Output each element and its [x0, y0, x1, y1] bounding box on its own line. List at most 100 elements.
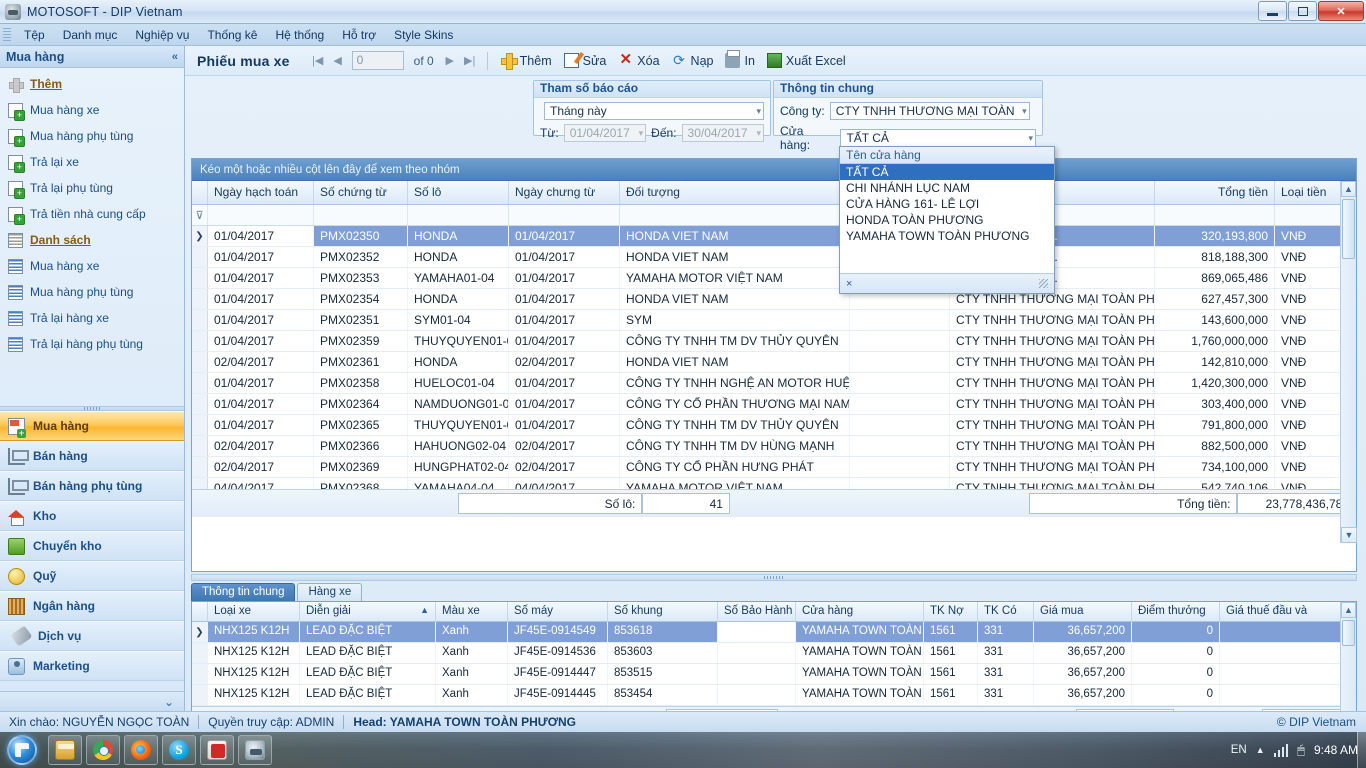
next-record-button[interactable]: ▶ [440, 51, 460, 71]
scrollbar-thumb[interactable] [1342, 620, 1355, 646]
column-header-so-may[interactable]: Số máy [508, 602, 608, 621]
tab-thong-tin-chung[interactable]: Thông tin chung [191, 583, 295, 601]
menu-item-thong-ke[interactable]: Thống kê [198, 26, 266, 44]
filter-cell[interactable] [408, 205, 509, 225]
to-date-input[interactable]: 30/04/2017 ▾ [682, 124, 764, 142]
add-button[interactable]: Thêm [495, 51, 558, 70]
column-header-so-chung-tu[interactable]: Số chứng từ [314, 181, 408, 204]
menu-item-tep[interactable]: Tệp [15, 26, 54, 44]
column-header-gia-thue-dau-vao[interactable]: Giá thuế đầu và [1220, 602, 1356, 621]
sidebar-group-mua-hang[interactable]: Mua hàng [0, 411, 184, 441]
taskbar-item-chrome[interactable] [86, 735, 120, 765]
column-header-so-khung[interactable]: Số khung [608, 602, 718, 621]
menu-item-he-thong[interactable]: Hệ thống [266, 26, 333, 44]
taskbar-item-firefox[interactable] [124, 735, 158, 765]
menu-item-nghiep-vu[interactable]: Nghiệp vụ [126, 26, 198, 44]
table-row[interactable]: ❯01/04/2017PMX02350HONDA01/04/2017HONDA … [192, 226, 1356, 247]
column-header-tong-tien[interactable]: Tổng tiền [1155, 181, 1275, 204]
last-record-button[interactable]: ▶| [460, 51, 480, 71]
sidebar-item-list-tra-lai-hang-phu-tung[interactable]: Trả lại hàng phụ tùng [0, 331, 184, 357]
action-center-icon[interactable]: 🖱 [1297, 742, 1305, 758]
table-row[interactable]: NHX125 K12HLEAD ĐẶC BIỆTXanhJF45E-091453… [192, 643, 1356, 664]
table-row[interactable]: 02/04/2017PMX02361HONDA02/04/2017HONDA V… [192, 352, 1356, 373]
table-row[interactable]: NHX125 K12HLEAD ĐẶC BIỆTXanhJF45E-091444… [192, 685, 1356, 706]
minimize-button[interactable] [1258, 1, 1287, 21]
filter-icon[interactable]: ⊽ [192, 205, 208, 225]
network-signal-icon[interactable] [1274, 744, 1289, 757]
sidebar-group-quy[interactable]: Quỹ [0, 561, 184, 591]
sidebar-group-ban-hang-phu-tung[interactable]: Bán hàng phụ tùng [0, 471, 184, 501]
sidebar-item-list-mua-hang-xe[interactable]: Mua hàng xe [0, 253, 184, 279]
scroll-up-icon[interactable]: ▲ [1341, 181, 1356, 197]
taskbar-item-skype[interactable]: S [162, 735, 196, 765]
master-grid-vertical-scrollbar[interactable]: ▲ ▼ [1340, 181, 1356, 543]
table-row[interactable]: 01/04/2017PMX02359THUYQUYEN01-0401/04/20… [192, 331, 1356, 352]
export-excel-button[interactable]: Xuất Excel [761, 51, 852, 70]
sidebar-group-ban-hang[interactable]: Bán hàng [0, 441, 184, 471]
table-row[interactable]: 04/04/2017PMX02368YAMAHA04-0404/04/2017Y… [192, 478, 1356, 489]
chevron-down-icon[interactable]: ⌄ [164, 695, 174, 709]
sidebar-group-dich-vu[interactable]: Dịch vụ [0, 621, 184, 651]
delete-button[interactable]: ✕ Xóa [612, 51, 665, 70]
start-button[interactable] [0, 733, 44, 767]
sidebar-group-chuyen-kho[interactable]: Chuyển kho [0, 531, 184, 561]
column-header-diem-thuong[interactable]: Điểm thưởng [1132, 602, 1220, 621]
sidebar-item-mua-hang-xe-new[interactable]: Mua hàng xe [0, 97, 184, 123]
table-row[interactable]: 01/04/2017PMX02353YAMAHA01-0401/04/2017Y… [192, 268, 1356, 289]
column-header-so-bao-hanh[interactable]: Số Bảo Hành [718, 602, 796, 621]
group-panel-hint[interactable]: Kéo một hoặc nhiều cột lên đây để xem th… [192, 159, 1356, 181]
clock[interactable]: 9:48 AM [1314, 743, 1358, 757]
menu-item-danh-muc[interactable]: Danh mục [54, 26, 127, 44]
table-row[interactable]: ❯NHX125 K12HLEAD ĐẶC BIỆTXanhJF45E-09145… [192, 622, 1356, 643]
store-dropdown-item[interactable]: TẤT CẢ [840, 164, 1054, 180]
sidebar-item-danh-sach[interactable]: Danh sách [0, 227, 184, 253]
table-row[interactable]: 01/04/2017PMX02351SYM01-0401/04/2017SYMC… [192, 310, 1356, 331]
refresh-button[interactable]: ⟳ Nạp [666, 51, 720, 70]
record-number-input[interactable]: 0 [352, 51, 404, 70]
column-header-mau-xe[interactable]: Màu xe [436, 602, 508, 621]
filter-cell[interactable] [314, 205, 408, 225]
sidebar-item-them[interactable]: Thêm [0, 71, 184, 97]
filter-cell[interactable] [208, 205, 314, 225]
filter-cell[interactable] [509, 205, 620, 225]
sidebar-item-mua-hang-phu-tung-new[interactable]: Mua hàng phụ tùng [0, 123, 184, 149]
table-row[interactable]: 01/04/2017PMX02364NAMDUONG01-0401/04/201… [192, 394, 1356, 415]
menu-item-style-skins[interactable]: Style Skins [385, 26, 462, 44]
column-header-dien-giai[interactable]: Diễn giải ▲ [300, 602, 436, 621]
scroll-down-icon[interactable]: ▼ [1341, 527, 1357, 543]
column-header-ngay-hach-toan[interactable]: Ngày hạch toán [208, 181, 314, 204]
menu-grip-handle[interactable] [3, 28, 11, 42]
store-dropdown-item[interactable]: HONDA TOÀN PHƯƠNG [840, 212, 1054, 228]
column-header-tk-co[interactable]: TK Có [978, 602, 1034, 621]
table-row[interactable]: 01/04/2017PMX02358HUELOC01-0401/04/2017C… [192, 373, 1356, 394]
close-button[interactable]: ✕ [1318, 1, 1364, 21]
column-header-gia-mua[interactable]: Giá mua [1034, 602, 1132, 621]
store-dropdown-item[interactable]: YAMAHA TOWN TOÀN PHƯƠNG [840, 228, 1054, 244]
taskbar-item-motosoft[interactable] [238, 735, 272, 765]
sidebar-item-tra-lai-phu-tung[interactable]: Trả lại phụ tùng [0, 175, 184, 201]
table-row[interactable]: 01/04/2017PMX02354HONDA01/04/2017HONDA V… [192, 289, 1356, 310]
filter-cell[interactable] [620, 205, 850, 225]
sidebar-item-tra-lai-xe[interactable]: Trả lại xe [0, 149, 184, 175]
show-hidden-icons-icon[interactable]: ▲ [1256, 745, 1265, 755]
sidebar-collapse-icon[interactable]: « [172, 51, 178, 63]
sidebar-group-marketing[interactable]: Marketing [0, 651, 184, 681]
column-header-doi-tuong[interactable]: Đối tượng [620, 181, 850, 204]
table-row[interactable]: 01/04/2017PMX02352HONDA01/04/2017HONDA V… [192, 247, 1356, 268]
clear-filter-icon[interactable]: × [846, 278, 852, 290]
sidebar-item-list-tra-lai-hang-xe[interactable]: Trả lại hàng xe [0, 305, 184, 331]
sidebar-item-tra-tien-nha-cung-cap[interactable]: Trả tiền nhà cung cấp [0, 201, 184, 227]
table-row[interactable]: 02/04/2017PMX02366HAHUONG02-0402/04/2017… [192, 436, 1356, 457]
print-button[interactable]: In [719, 51, 760, 70]
sidebar-footer[interactable]: ⌄ [0, 691, 184, 711]
period-select[interactable]: Tháng này ▾ [544, 102, 764, 120]
store-select[interactable]: TẤT CẢ ▾ [840, 129, 1036, 147]
column-header-cua-hang[interactable]: Cửa hàng [796, 602, 924, 621]
column-header-ngay-chung-tu[interactable]: Ngày chưng từ [509, 181, 620, 204]
sidebar-group-ngan-hang[interactable]: Ngân hàng [0, 591, 184, 621]
tab-hang-xe[interactable]: Hàng xe [297, 583, 362, 601]
table-row[interactable]: 02/04/2017PMX02369HUNGPHAT02-0402/04/201… [192, 457, 1356, 478]
store-dropdown-item[interactable]: CỬA HÀNG 161- LÊ LỢI [840, 196, 1054, 212]
table-row[interactable]: NHX125 K12HLEAD ĐẶC BIỆTXanhJF45E-091444… [192, 664, 1356, 685]
filter-cell[interactable] [1155, 205, 1275, 225]
